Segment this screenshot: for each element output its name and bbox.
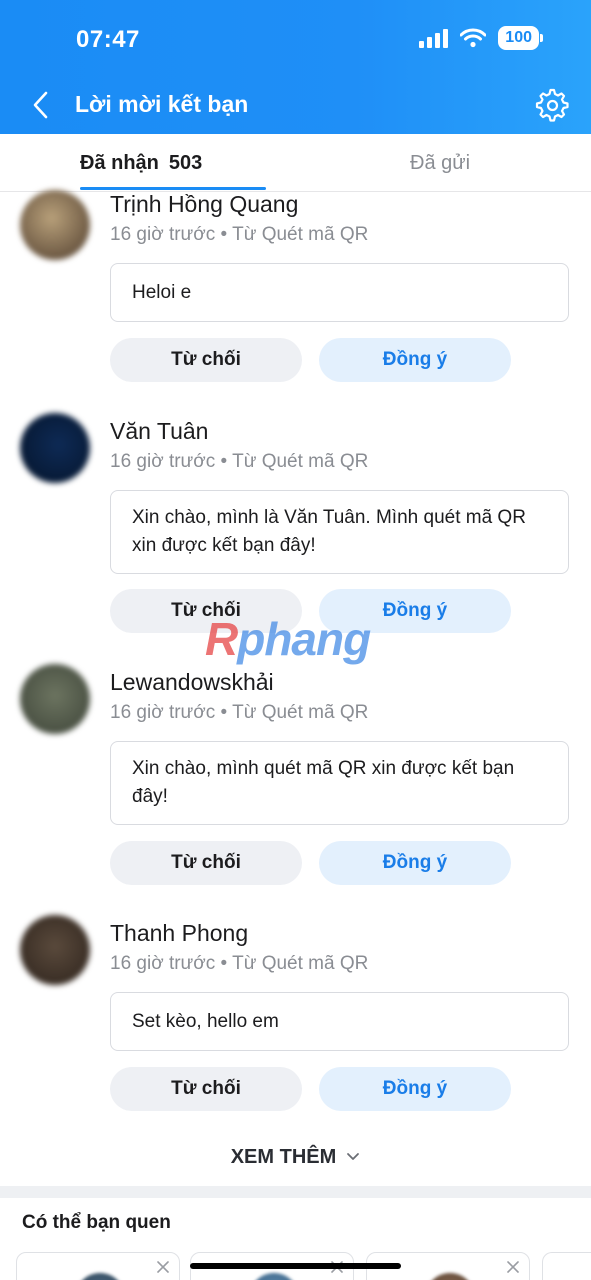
- watermark-logo: Rphang: [205, 612, 371, 666]
- battery-level: 100: [505, 29, 532, 46]
- see-more-button[interactable]: XEM THÊM: [0, 1134, 591, 1180]
- back-button[interactable]: [26, 88, 54, 122]
- request-meta: 16 giờ trước • Từ Quét mã QR: [110, 451, 368, 473]
- see-more-label: XEM THÊM: [230, 1145, 337, 1168]
- avatar: [425, 1273, 475, 1280]
- tab-bar: Đã nhận 503 Đã gửi: [0, 134, 591, 192]
- tab-received-count: 503: [168, 151, 203, 174]
- decline-button[interactable]: Từ chối: [110, 1067, 302, 1111]
- page-title: Lời mời kết bạn: [75, 91, 249, 117]
- request-source: Từ Quét mã QR: [232, 224, 369, 245]
- meta-separator: •: [220, 224, 233, 245]
- status-icons: 100: [419, 26, 543, 50]
- request-message: Xin chào, mình là Văn Tuân. Mình quét mã…: [110, 490, 569, 574]
- request-time: 16 giờ trước: [110, 702, 216, 723]
- request-time: 16 giờ trước: [110, 953, 216, 974]
- decline-button[interactable]: Từ chối: [110, 338, 302, 382]
- requester-name[interactable]: Lewandowskhải: [110, 669, 274, 696]
- avatar[interactable]: [20, 413, 90, 483]
- app-header: 07:47 100 Lời mời kết bạn: [0, 0, 591, 134]
- suggestion-card[interactable]: [16, 1252, 180, 1280]
- decline-button[interactable]: Từ chối: [110, 841, 302, 885]
- gear-icon: [535, 88, 569, 122]
- status-time: 07:47: [76, 26, 140, 53]
- request-time: 16 giờ trước: [110, 451, 216, 472]
- tab-sent[interactable]: Đã gửi: [410, 134, 470, 192]
- request-meta: 16 giờ trước • Từ Quét mã QR: [110, 702, 368, 724]
- settings-button[interactable]: [533, 86, 569, 122]
- close-icon[interactable]: [505, 1259, 521, 1275]
- accept-button[interactable]: Đồng ý: [319, 1067, 511, 1111]
- accept-button[interactable]: Đồng ý: [319, 841, 511, 885]
- meta-separator: •: [220, 451, 233, 472]
- tab-received[interactable]: Đã nhận 503: [80, 134, 202, 192]
- request-message: Xin chào, mình quét mã QR xin được kết b…: [110, 741, 569, 825]
- requester-name[interactable]: Thanh Phong: [110, 920, 248, 947]
- avatar[interactable]: [20, 664, 90, 734]
- request-message: Set kèo, hello em: [110, 992, 569, 1051]
- battery-icon: 100: [498, 26, 539, 50]
- requester-name[interactable]: Trịnh Hồng Quang: [110, 191, 298, 218]
- chevron-down-icon: [347, 1153, 360, 1160]
- chevron-left-icon: [33, 91, 48, 119]
- request-meta: 16 giờ trước • Từ Quét mã QR: [110, 953, 368, 975]
- request-source: Từ Quét mã QR: [232, 702, 369, 723]
- watermark-rest: phang: [237, 613, 371, 665]
- tab-sent-label: Đã gửi: [410, 151, 471, 174]
- active-tab-indicator: [80, 187, 266, 190]
- watermark-first: R: [205, 613, 238, 665]
- suggestion-card[interactable]: [542, 1252, 591, 1280]
- request-meta: 16 giờ trước • Từ Quét mã QR: [110, 224, 368, 246]
- accept-button[interactable]: Đồng ý: [319, 338, 511, 382]
- avatar: [75, 1273, 125, 1280]
- request-source: Từ Quét mã QR: [232, 953, 369, 974]
- suggestions-title: Có thể bạn quen: [22, 1212, 171, 1233]
- request-message: Heloi e: [110, 263, 569, 322]
- signal-icon: [419, 28, 449, 48]
- avatar: [249, 1273, 299, 1280]
- wifi-icon: [460, 28, 487, 48]
- avatar[interactable]: [20, 190, 90, 260]
- avatar[interactable]: [20, 915, 90, 985]
- close-icon[interactable]: [155, 1259, 171, 1275]
- tab-received-label: Đã nhận: [80, 151, 159, 174]
- meta-separator: •: [220, 702, 233, 723]
- section-divider: [0, 1186, 591, 1198]
- requester-name[interactable]: Văn Tuân: [110, 418, 208, 445]
- meta-separator: •: [220, 953, 233, 974]
- request-source: Từ Quét mã QR: [232, 451, 369, 472]
- home-indicator[interactable]: [190, 1263, 401, 1269]
- request-time: 16 giờ trước: [110, 224, 216, 245]
